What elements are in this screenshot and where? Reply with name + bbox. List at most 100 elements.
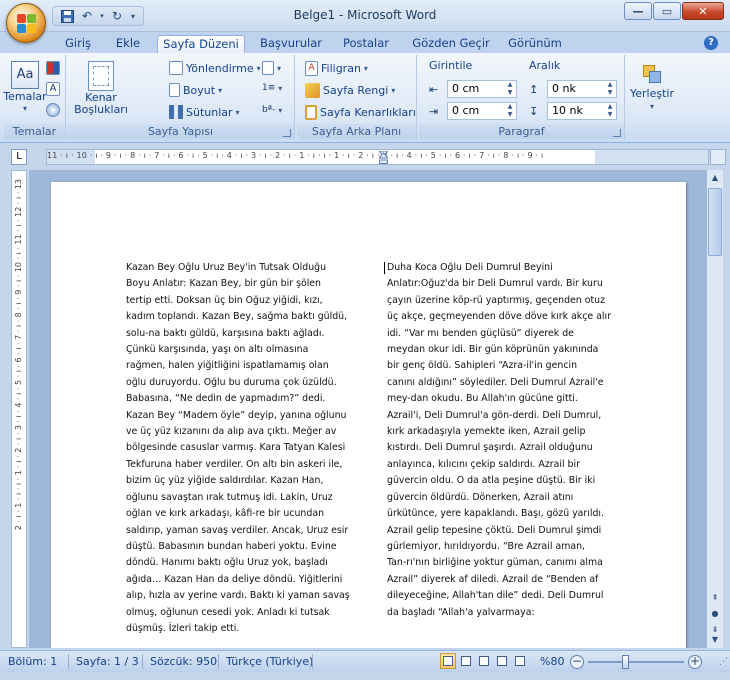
size-button[interactable]: Boyut ▾	[169, 83, 222, 97]
text-line: Babasına, “Ne dedin de yapmadım?” dedi.	[126, 393, 326, 405]
text-line: solu-na baktı güldü, karşısına baktı ağl…	[126, 327, 325, 339]
theme-effects-icon	[46, 103, 60, 117]
help-icon[interactable]: ?	[704, 36, 718, 50]
line-numbers-button[interactable]: 1≡ ▾	[262, 83, 282, 93]
zoom-slider[interactable]	[588, 661, 684, 663]
columns-button[interactable]: Sütunlar ▾	[169, 105, 240, 119]
text-line: Çünkü karşısında, yaşı on altı olmasına	[126, 344, 309, 356]
page-borders-button[interactable]: Sayfa Kenarlıkları	[305, 105, 416, 120]
text-line: da başladı “Allah'a yalvarmaya:	[387, 606, 535, 618]
text-line: oğlunu savaştan ırak tutmuş idi. Lakin, …	[126, 491, 333, 503]
minimize-button[interactable]: —	[624, 2, 652, 20]
watermark-button[interactable]: A Filigran ▾	[305, 61, 368, 76]
theme-colors-button[interactable]	[46, 61, 60, 75]
scroll-up-button[interactable]: ▲	[707, 170, 723, 186]
text-line: ağıda… Kazan Han da deliye döndü. Yiğitl…	[126, 573, 343, 585]
horizontal-ruler[interactable]: 11 · ı · 10 · ı · 9 · ı · 8 · ı · 7 · ı …	[46, 149, 709, 165]
status-word-count[interactable]: Sözcük: 950	[150, 655, 217, 668]
breaks-button[interactable]: ▾	[262, 61, 281, 75]
themes-icon: Aa	[11, 61, 39, 89]
tab-giris[interactable]: Giriş	[56, 35, 100, 54]
full-screen-reading-button[interactable]	[458, 653, 474, 669]
spacing-before-field[interactable]: 0 nk ▲ ▼	[547, 80, 617, 98]
page-color-button[interactable]: Sayfa Rengi ▾	[305, 83, 395, 98]
outline-view-button[interactable]	[494, 653, 510, 669]
scroll-down-button[interactable]: ▼	[707, 632, 723, 648]
spacing-before-spinner[interactable]: ▲ ▼	[605, 81, 615, 97]
tab-sayfa-duzeni[interactable]: Sayfa Düzeni	[157, 35, 245, 54]
text-line: kırk arkadaşıyla yemekte iken, Azrail ge…	[387, 426, 586, 438]
print-layout-icon	[443, 656, 453, 666]
tab-selector-button[interactable]: L	[11, 149, 27, 165]
group-label-sayfa-yapisi: Sayfa Yapısı	[67, 124, 294, 139]
text-line: çayın üzerine köp-rü yaptırmış, geçenden…	[387, 294, 605, 306]
select-browse-object-button[interactable]: ●	[707, 606, 723, 622]
page-break-icon	[262, 61, 274, 75]
zoom-slider-thumb[interactable]	[622, 655, 630, 669]
vertical-ruler[interactable]: 2 · ı · 1 · ı · ı · 1 · ı · 2 · ı · 3 · …	[11, 170, 27, 648]
theme-effects-button[interactable]	[46, 103, 60, 117]
resize-grip-icon[interactable]: ⋰	[719, 657, 728, 667]
indent-right-field[interactable]: 0 cm ▲ ▼	[447, 102, 517, 120]
previous-page-button[interactable]: ⇞	[707, 590, 723, 606]
page-setup-launcher-icon[interactable]	[283, 129, 291, 137]
arrange-button[interactable]: Yerleştir ▾	[629, 63, 675, 111]
text-column-left[interactable]: Kazan Bey Oğlu Uruz Bey'in Tutsak Olduğu…	[126, 260, 354, 637]
indent-left-spinner[interactable]: ▲ ▼	[505, 81, 515, 97]
document-page[interactable]: Kazan Bey Oğlu Uruz Bey'in Tutsak Olduğu…	[51, 182, 686, 648]
text-line: Boyu Anlatır: Kazan Bey, bir gün bir şöl…	[126, 278, 322, 290]
view-ruler-button[interactable]	[710, 149, 726, 165]
tab-postalar[interactable]: Postalar	[336, 35, 396, 54]
text-line: Tan-rı'nın birliğine yoktur güman, canım…	[387, 557, 603, 569]
indent-marker-icon[interactable]	[377, 150, 390, 164]
vertical-scrollbar[interactable]: ▲ ⇞ ● ⇟ ▼	[706, 170, 723, 648]
text-line: ve üç yüz kızanını da alıp ava çıktı. Me…	[126, 426, 337, 438]
paragraph-launcher-icon[interactable]	[613, 129, 621, 137]
orientation-button[interactable]: Yönlendirme ▾	[169, 61, 261, 75]
indent-right-icon: ⇥	[429, 105, 439, 118]
tab-basvurular[interactable]: Başvurular	[252, 35, 330, 54]
text-line: ürkütünce, yere kapaklandı. Başı, gözü y…	[387, 508, 605, 520]
indent-heading: Girintile	[429, 59, 473, 72]
spacing-after-field[interactable]: 10 nk ▲ ▼	[547, 102, 617, 120]
spacing-after-icon: ↧	[529, 105, 539, 118]
text-line: Azrail gelip tepesine çöktü. Deli Dumrul…	[387, 524, 602, 536]
page-size-icon	[169, 83, 180, 97]
text-line: canını aldığını” söylediler. Deli Dumrul…	[387, 376, 604, 388]
office-button[interactable]	[6, 3, 46, 43]
zoom-in-button[interactable]: +	[688, 655, 702, 669]
document-area[interactable]: Kazan Bey Oğlu Uruz Bey'in Tutsak Olduğu…	[29, 170, 706, 648]
draft-view-button[interactable]	[512, 653, 528, 669]
text-line: idi. “Var mı benden güçlüsü” diyerek de	[387, 327, 574, 339]
indent-right-spinner[interactable]: ▲ ▼	[505, 103, 515, 119]
status-page[interactable]: Sayfa: 1 / 3	[76, 655, 139, 668]
status-section[interactable]: Bölüm: 1	[8, 655, 57, 668]
themes-button[interactable]: Aa Temalar ▾	[3, 61, 47, 113]
maximize-button[interactable]: ▭	[653, 2, 681, 20]
indent-left-field[interactable]: 0 cm ▲ ▼	[447, 80, 517, 98]
margins-button[interactable]: Kenar Boşlukları	[73, 61, 129, 116]
zoom-out-button[interactable]: −	[570, 655, 584, 669]
zoom-level[interactable]: %80	[540, 655, 564, 668]
theme-fonts-button[interactable]: A	[46, 82, 60, 96]
tab-gorunum[interactable]: Görünüm	[502, 35, 568, 54]
spacing-after-spinner[interactable]: ▲ ▼	[605, 103, 615, 119]
print-layout-view-button[interactable]	[440, 653, 456, 669]
columns-icon	[169, 105, 183, 119]
web-layout-button[interactable]	[476, 653, 492, 669]
group-paragraf: Girintile Aralık ⇤ 0 cm ▲ ▼ ⇥ 0 cm ▲ ▼ ↥ 0…	[419, 55, 625, 140]
margins-icon	[88, 61, 114, 91]
close-button[interactable]: ✕	[682, 2, 724, 20]
group-label-temalar: Temalar	[4, 124, 65, 139]
scroll-thumb[interactable]	[708, 188, 722, 256]
status-language[interactable]: Türkçe (Türkiye)	[226, 655, 313, 668]
status-bar: Bölüm: 1 Sayfa: 1 / 3 Sözcük: 950 Türkçe…	[0, 650, 730, 672]
group-label-paragraf: Paragraf	[419, 124, 624, 139]
tab-gozden-gecir[interactable]: Gözden Geçir	[408, 35, 494, 54]
outline-icon	[497, 656, 507, 666]
text-line: güvercin oldu. O da atla peşine düştü. B…	[387, 475, 596, 487]
tab-ekle[interactable]: Ekle	[108, 35, 148, 54]
draft-icon	[515, 656, 525, 666]
hyphenation-button[interactable]: bª- ▾	[262, 105, 282, 115]
text-column-right[interactable]: Duha Koca Oğlu Deli Dumrul Beyini Anlatır…	[387, 260, 615, 621]
